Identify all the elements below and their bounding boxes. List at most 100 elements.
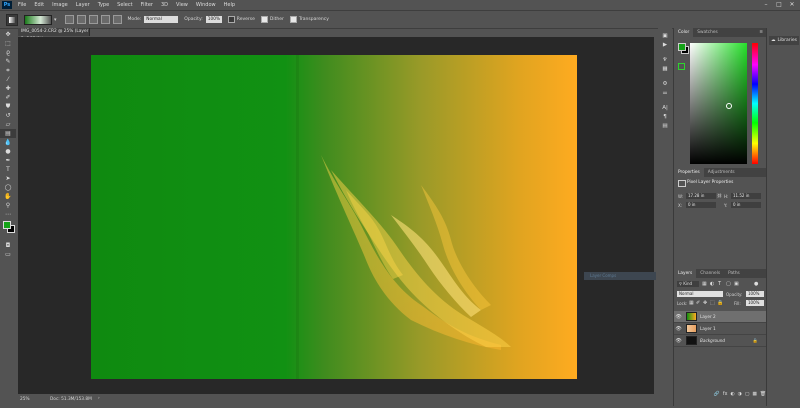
height-field[interactable]: 11.52 in — [731, 193, 761, 199]
document-tab[interactable]: IMG_0054-2.CR2 @ 25% (Layer 2, RGB/8*) × — [18, 28, 90, 42]
tab-adjustments[interactable]: Adjustments — [704, 168, 739, 177]
filter-smart-object-icon[interactable]: ▣ — [734, 281, 739, 287]
lock-artboard-icon[interactable]: ⬚ — [710, 300, 715, 306]
visibility-eye-icon[interactable]: 👁 — [674, 338, 683, 344]
tab-layers[interactable]: Layers — [674, 269, 697, 278]
healing-brush-tool-icon[interactable]: ✚ — [0, 84, 16, 93]
foreground-color-swatch[interactable] — [3, 221, 11, 229]
filter-pixel-icon[interactable]: ▦ — [702, 281, 707, 287]
tool-preset-picker[interactable] — [6, 13, 18, 26]
path-selection-tool-icon[interactable]: ➤ — [0, 174, 16, 183]
adjustments-strip-icon[interactable]: ⚌ — [658, 89, 672, 98]
move-tool-icon[interactable]: ✥ — [0, 30, 16, 39]
gradient-tool-active-icon[interactable]: ▤ — [0, 129, 16, 138]
brush-presets-icon[interactable]: ▦ — [658, 65, 672, 74]
lock-all-icon[interactable]: 🔒 — [717, 300, 723, 306]
width-field[interactable]: 17.28 in — [686, 193, 716, 199]
menu-filter[interactable]: Filter — [137, 0, 157, 10]
color-swatches[interactable] — [0, 219, 16, 241]
radial-gradient-button[interactable] — [76, 15, 86, 24]
paths-strip-icon[interactable]: ▤ — [658, 122, 672, 131]
mode-select[interactable]: Normal — [144, 16, 179, 23]
screen-mode-icon[interactable]: ▭ — [0, 250, 16, 259]
filter-adjustment-icon[interactable]: ◐ — [710, 281, 714, 287]
dodge-tool-icon[interactable]: ● — [0, 147, 16, 156]
pen-tool-icon[interactable]: ✒ — [0, 156, 16, 165]
hand-tool-icon[interactable]: ✋ — [0, 192, 16, 201]
blur-tool-icon[interactable]: 💧 — [0, 138, 16, 147]
layer-style-icon[interactable]: fx — [723, 392, 728, 402]
maximize-button[interactable]: □ — [773, 0, 785, 10]
layer-row-background[interactable]: 👁 Background 🔒 — [674, 335, 766, 347]
close-window-button[interactable]: ✕ — [786, 0, 798, 10]
blend-mode-select[interactable]: Normal — [677, 291, 723, 297]
add-mask-icon[interactable]: ◐ — [730, 392, 734, 402]
color-field[interactable] — [690, 43, 747, 164]
lock-transparent-icon[interactable]: ▦ — [689, 300, 694, 306]
libraries-button[interactable]: ☁ Libraries — [769, 36, 799, 45]
filter-toggle-icon[interactable]: ● — [754, 281, 758, 287]
layer-name[interactable]: Layer 1 — [700, 326, 716, 331]
document-canvas[interactable] — [91, 55, 577, 379]
x-field[interactable]: 0 in — [686, 202, 716, 208]
link-dimensions-icon[interactable]: ⛓ — [717, 193, 722, 198]
lock-position-icon[interactable]: ✥ — [703, 300, 707, 306]
actions-panel-icon[interactable]: ▶ — [658, 41, 672, 50]
quick-mask-icon[interactable]: ◘ — [0, 241, 16, 250]
menu-window[interactable]: Window — [192, 0, 220, 10]
zoom-tool-icon[interactable]: ⚲ — [0, 201, 16, 210]
shape-tool-icon[interactable]: ◯ — [0, 183, 16, 192]
eyedropper-tool-icon[interactable]: ⁄ — [0, 75, 16, 84]
menu-edit[interactable]: Edit — [30, 0, 48, 10]
tab-paths[interactable]: Paths — [724, 269, 744, 278]
new-group-icon[interactable]: ▢ — [745, 392, 750, 402]
menu-file[interactable]: File — [14, 0, 30, 10]
gradient-preview-swatch[interactable] — [24, 14, 52, 25]
tab-swatches[interactable]: Swatches — [693, 28, 722, 37]
layer-opacity-input[interactable]: 100% — [746, 291, 764, 297]
linear-gradient-button[interactable] — [64, 15, 74, 24]
history-panel-icon[interactable]: ▣ — [658, 32, 672, 41]
brush-panel-icon[interactable]: ♆ — [658, 56, 672, 65]
clone-stamp-tool-icon[interactable]: ⛊ — [0, 102, 16, 111]
minimize-button[interactable]: – — [760, 0, 772, 10]
menu-select[interactable]: Select — [113, 0, 136, 10]
layer-comps-chip[interactable]: Layer Comps — [584, 272, 656, 280]
menu-3d[interactable]: 3D — [157, 0, 172, 10]
paragraph-panel-icon[interactable]: ¶ — [658, 113, 672, 122]
menu-type[interactable]: Type — [94, 0, 113, 10]
brush-tool-icon[interactable]: ✐ — [0, 93, 16, 102]
reverse-checkbox[interactable] — [227, 16, 235, 23]
lasso-tool-icon[interactable]: ϱ — [0, 48, 16, 57]
document-info[interactable]: Doc: 51.3M/153.8M — [50, 397, 92, 402]
crop-tool-icon[interactable]: ⌗ — [0, 66, 16, 75]
filter-shape-icon[interactable]: ▢ — [726, 281, 731, 287]
angle-gradient-button[interactable] — [88, 15, 98, 24]
layer-row-layer-1[interactable]: 👁 Layer 1 — [674, 323, 766, 335]
layer-row-layer-2[interactable]: 👁 Layer 2 — [674, 311, 766, 323]
menu-view[interactable]: View — [172, 0, 192, 10]
panel-menu-icon[interactable]: ≡ — [759, 30, 766, 35]
fill-input[interactable]: 100% — [746, 300, 764, 306]
clone-source-icon[interactable]: ⚙ — [658, 80, 672, 89]
more-tools-icon[interactable]: ⋯ — [0, 210, 16, 219]
filter-type-icon[interactable]: T — [718, 281, 721, 287]
new-layer-icon[interactable]: ▦ — [752, 392, 757, 402]
character-panel-icon[interactable]: A| — [658, 104, 672, 113]
tab-color[interactable]: Color — [674, 28, 694, 37]
layer-name[interactable]: Layer 2 — [700, 314, 716, 319]
diamond-gradient-button[interactable] — [112, 15, 122, 24]
hue-slider[interactable] — [752, 43, 758, 164]
layer-name[interactable]: Background — [700, 338, 725, 343]
type-tool-icon[interactable]: T — [0, 165, 16, 174]
quick-select-tool-icon[interactable]: ✎ — [0, 57, 16, 66]
reflected-gradient-button[interactable] — [100, 15, 110, 24]
transparency-checkbox[interactable] — [289, 16, 297, 23]
panel-fg-swatch[interactable] — [678, 43, 686, 51]
new-adjustment-icon[interactable]: ◑ — [738, 392, 742, 402]
history-brush-tool-icon[interactable]: ↺ — [0, 111, 16, 120]
color-picker-handle[interactable] — [726, 103, 732, 109]
y-field[interactable]: 0 in — [731, 202, 761, 208]
visibility-eye-icon[interactable]: 👁 — [674, 314, 683, 320]
dither-checkbox[interactable] — [260, 16, 268, 23]
